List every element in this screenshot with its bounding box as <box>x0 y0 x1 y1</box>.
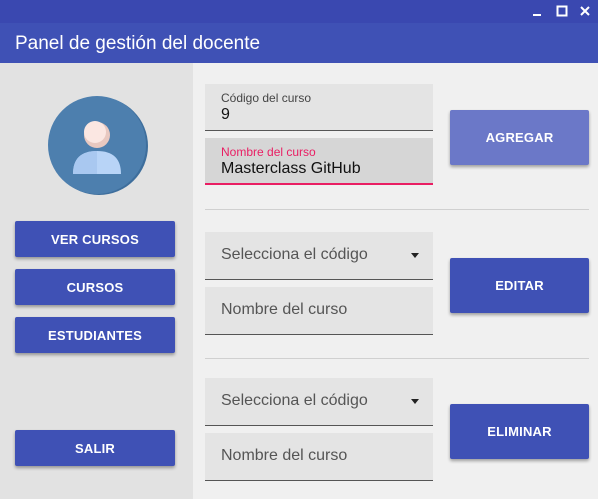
main-panel: Código del curso 9 Nombre del curso Mast… <box>193 63 598 499</box>
course-code-field[interactable]: Código del curso 9 <box>205 84 433 131</box>
divider <box>205 358 589 359</box>
maximize-icon[interactable] <box>553 2 571 20</box>
edit-code-placeholder: Selecciona el código <box>221 246 368 263</box>
app-header: Panel de gestión del docente <box>0 23 598 63</box>
course-name-label: Nombre del curso <box>221 145 316 159</box>
ver-cursos-button[interactable]: VER CURSOS <box>15 221 175 257</box>
delete-name-input[interactable]: Nombre del curso <box>205 433 433 481</box>
estudiantes-button[interactable]: ESTUDIANTES <box>15 317 175 353</box>
course-code-value: 9 <box>221 106 230 123</box>
edit-name-input[interactable]: Nombre del curso <box>205 287 433 335</box>
agregar-button[interactable]: AGREGAR <box>450 110 589 165</box>
eliminar-button[interactable]: ELIMINAR <box>450 404 589 459</box>
cursos-button[interactable]: CURSOS <box>15 269 175 305</box>
delete-code-placeholder: Selecciona el código <box>221 392 368 409</box>
editar-button[interactable]: EDITAR <box>450 258 589 313</box>
course-name-field[interactable]: Nombre del curso Masterclass GitHub <box>205 138 433 185</box>
edit-code-select[interactable]: Selecciona el código <box>205 232 433 280</box>
user-icon <box>47 94 149 196</box>
minimize-icon[interactable] <box>528 2 546 20</box>
divider <box>205 209 589 210</box>
delete-code-select[interactable]: Selecciona el código <box>205 378 433 426</box>
course-name-value: Masterclass GitHub <box>221 160 361 177</box>
sidebar: VER CURSOS CURSOS ESTUDIANTES SALIR <box>0 63 193 499</box>
course-code-label: Código del curso <box>221 91 312 105</box>
edit-name-placeholder: Nombre del curso <box>221 301 348 318</box>
page-title: Panel de gestión del docente <box>15 33 261 54</box>
window-titlebar <box>0 0 598 23</box>
salir-button[interactable]: SALIR <box>15 430 175 466</box>
close-icon[interactable] <box>576 2 594 20</box>
delete-name-placeholder: Nombre del curso <box>221 447 348 464</box>
chevron-down-icon <box>411 399 419 404</box>
chevron-down-icon <box>411 253 419 258</box>
